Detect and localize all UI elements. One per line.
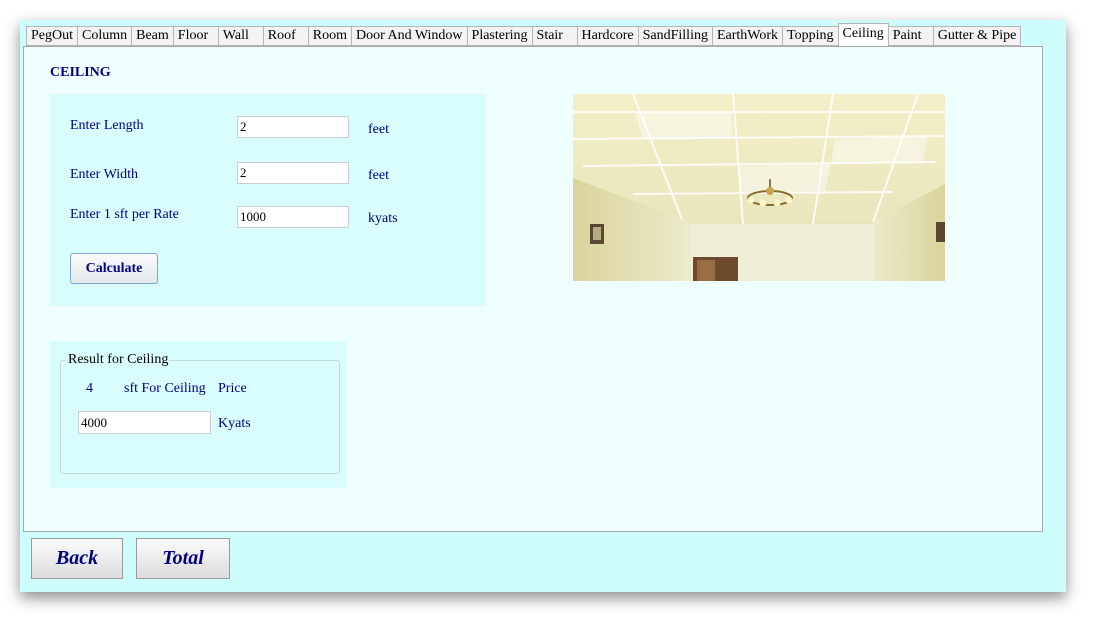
rate-input[interactable] [237, 206, 349, 228]
back-button[interactable]: Back [31, 538, 123, 579]
total-button[interactable]: Total [136, 538, 230, 579]
tab-gutter-and-pipe[interactable]: Gutter & Pipe [932, 26, 1022, 46]
tab-topping[interactable]: Topping [782, 26, 839, 46]
length-label: Enter Length [70, 118, 144, 133]
section-title: CEILING [50, 65, 111, 80]
app-window: PegOut Column Beam Floor Wall Roof Room … [20, 20, 1066, 592]
tab-pegout[interactable]: PegOut [26, 26, 78, 46]
width-unit: feet [368, 168, 389, 183]
tab-plastering[interactable]: Plastering [466, 26, 533, 46]
result-legend: Result for Ceiling [67, 352, 170, 368]
tab-roof[interactable]: Roof [262, 26, 309, 46]
rate-label: Enter 1 sft per Rate [70, 207, 179, 222]
tab-paint[interactable]: Paint [887, 26, 934, 46]
tab-ceiling[interactable]: Ceiling [837, 23, 889, 46]
width-input[interactable] [237, 162, 349, 184]
price-output[interactable] [78, 411, 211, 434]
area-text: sft For Ceiling [124, 381, 206, 396]
tab-door-and-window[interactable]: Door And Window [351, 26, 468, 46]
tab-earthwork[interactable]: EarthWork [711, 26, 784, 46]
result-group: Result for Ceiling 4 sft For Ceiling Pri… [50, 341, 347, 488]
result-fieldset: Result for Ceiling 4 sft For Ceiling Pri… [60, 352, 340, 474]
calculate-button[interactable]: Calculate [70, 253, 158, 284]
tab-sandfilling[interactable]: SandFilling [637, 26, 713, 46]
tab-stair[interactable]: Stair [531, 26, 578, 46]
tab-column[interactable]: Column [77, 26, 133, 46]
tab-panel-ceiling: CEILING Enter Length feet Enter Width fe… [23, 46, 1043, 532]
ceiling-photo [573, 94, 945, 281]
tab-room[interactable]: Room [307, 26, 353, 46]
tab-hardcore[interactable]: Hardcore [576, 26, 639, 46]
price-unit: Kyats [218, 416, 251, 431]
tab-beam[interactable]: Beam [131, 26, 174, 46]
length-unit: feet [368, 122, 389, 137]
tab-wall[interactable]: Wall [217, 26, 264, 46]
area-value: 4 [86, 381, 93, 396]
price-label: Price [218, 381, 247, 396]
length-input[interactable] [237, 116, 349, 138]
tab-floor[interactable]: Floor [172, 26, 219, 46]
tab-strip: PegOut Column Beam Floor Wall Roof Room … [26, 23, 1022, 46]
rate-unit: kyats [368, 211, 398, 226]
input-group: Enter Length feet Enter Width feet Enter… [50, 94, 486, 306]
width-label: Enter Width [70, 167, 138, 182]
